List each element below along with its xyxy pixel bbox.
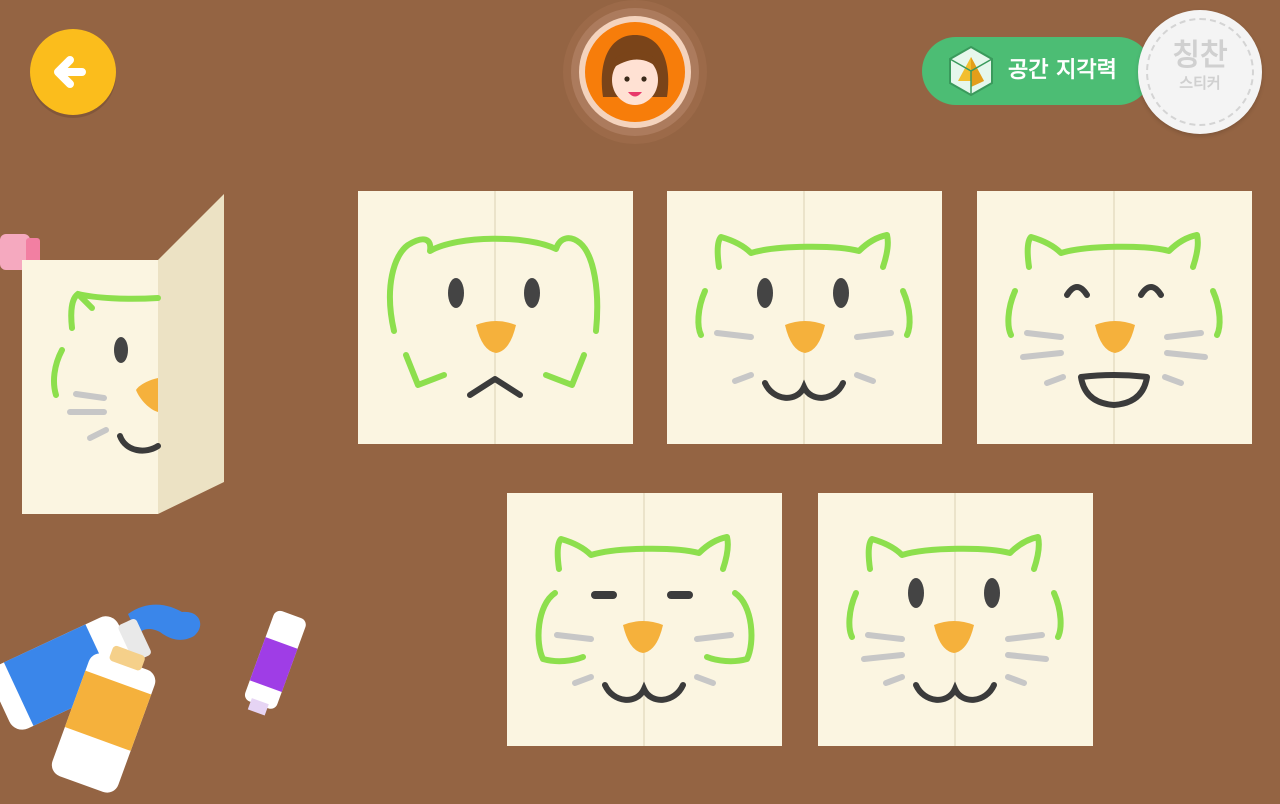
sticker-sub-label: 스티커 bbox=[1179, 74, 1221, 92]
skill-badge-label: 공간 지각력 bbox=[1008, 58, 1117, 83]
cat-face-simple-smile-icon bbox=[846, 493, 1064, 746]
half-card-preview bbox=[0, 190, 240, 520]
sticker-main-label: 칭찬 bbox=[1172, 38, 1228, 73]
skill-badge: 공간 지각력 bbox=[922, 37, 1152, 105]
paint-tubes-icon bbox=[0, 604, 306, 793]
cat-card-3[interactable] bbox=[977, 191, 1252, 444]
praise-sticker-button[interactable]: 칭찬 스티커 bbox=[1138, 10, 1262, 134]
cat-card-5[interactable] bbox=[818, 493, 1093, 746]
sticker-slot: 칭찬 스티커 bbox=[1146, 18, 1254, 126]
back-button[interactable] bbox=[30, 29, 116, 115]
cat-face-laughing-icon bbox=[1005, 191, 1223, 444]
avatar-button[interactable] bbox=[552, 0, 718, 156]
cube-icon bbox=[949, 45, 993, 97]
cat-card-1[interactable] bbox=[358, 191, 633, 444]
cat-face-smile-icon bbox=[695, 191, 913, 444]
half-cat-card-icon bbox=[0, 194, 224, 514]
paint-tubes-decoration bbox=[0, 590, 320, 800]
cat-face-round-icon bbox=[386, 191, 601, 444]
cat-card-4[interactable] bbox=[507, 493, 782, 746]
cat-card-2[interactable] bbox=[667, 191, 942, 444]
arrow-left-icon bbox=[54, 56, 86, 88]
cat-face-sleepy-icon bbox=[535, 493, 755, 746]
girl-avatar-icon bbox=[563, 0, 707, 144]
